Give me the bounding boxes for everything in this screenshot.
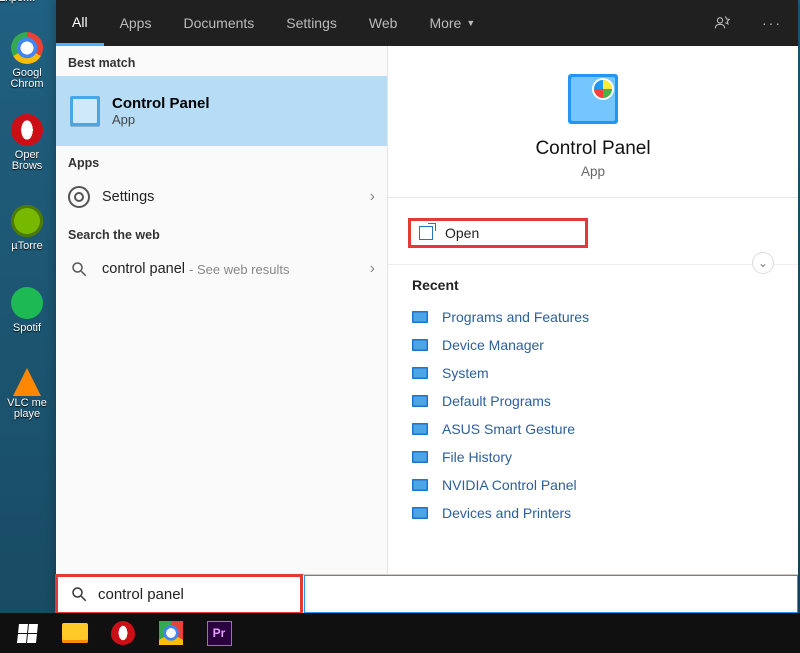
recent-section: Recent Programs and Features Device Mana… — [388, 265, 798, 539]
utorrent-icon — [11, 205, 43, 237]
chevron-right-icon: › — [370, 260, 375, 278]
ellipsis-icon: ··· — [762, 15, 782, 31]
tab-settings[interactable]: Settings — [270, 0, 353, 46]
taskbar-premiere[interactable]: Pr — [196, 613, 242, 653]
opera-icon — [111, 621, 135, 645]
taskbar: Pr — [0, 613, 800, 653]
search-input[interactable] — [98, 586, 798, 603]
tab-apps[interactable]: Apps — [104, 0, 168, 46]
tab-web[interactable]: Web — [353, 0, 414, 46]
applet-icon — [412, 339, 428, 351]
preview-header: Control Panel App — [388, 46, 798, 198]
premiere-icon: Pr — [207, 621, 232, 646]
taskbar-file-explorer[interactable] — [52, 613, 98, 653]
preview-subtitle: App — [388, 164, 798, 179]
recent-item[interactable]: Programs and Features — [412, 303, 774, 331]
gear-icon — [68, 186, 90, 208]
desktop-icons: Googl Chrom Oper Brows µTorre Spotif VLC… — [4, 0, 50, 420]
control-panel-icon — [568, 74, 618, 124]
result-app-settings[interactable]: Settings › — [56, 176, 387, 218]
preview-title: Control Panel — [388, 138, 798, 160]
section-best-match: Best match — [56, 46, 387, 76]
recent-item[interactable]: NVIDIA Control Panel — [412, 471, 774, 499]
result-web-search[interactable]: control panel - See web results › — [56, 248, 387, 290]
taskbar-opera[interactable] — [100, 613, 146, 653]
desktop-icon-chrome[interactable]: Googl Chrom — [4, 28, 50, 90]
start-search-panel: All Apps Documents Settings Web More▼ ··… — [56, 0, 798, 613]
search-bar[interactable] — [56, 574, 798, 613]
desktop-icon-vlc[interactable]: VLC me playe — [4, 358, 50, 420]
recent-item[interactable]: System — [412, 359, 774, 387]
control-panel-icon — [70, 96, 100, 126]
applet-icon — [412, 451, 428, 463]
spotify-icon — [11, 287, 43, 319]
tab-documents[interactable]: Documents — [167, 0, 270, 46]
folder-icon — [62, 623, 88, 643]
preview-column: Control Panel App Open ⌄ Recent Programs… — [387, 46, 798, 574]
recent-item[interactable]: File History — [412, 443, 774, 471]
applet-icon — [412, 479, 428, 491]
chevron-down-icon: ▼ — [466, 18, 475, 28]
applet-icon — [412, 507, 428, 519]
open-external-icon — [419, 226, 433, 240]
start-button[interactable] — [4, 613, 50, 653]
search-tabs: All Apps Documents Settings Web More▼ ··… — [56, 0, 798, 46]
search-body: Best match Control Panel App Apps Settin… — [56, 46, 798, 574]
tab-all[interactable]: All — [56, 0, 104, 46]
search-icon — [70, 585, 88, 603]
recent-label: Recent — [412, 277, 774, 293]
options-button[interactable]: ··· — [746, 0, 798, 46]
applet-icon — [412, 367, 428, 379]
preview-actions: Open ⌄ — [388, 198, 798, 265]
tab-more[interactable]: More▼ — [413, 0, 491, 46]
open-button[interactable]: Open — [408, 218, 588, 248]
applet-icon — [412, 395, 428, 407]
desktop-icon-spotify[interactable]: Spotif — [4, 272, 50, 334]
section-web: Search the web — [56, 218, 387, 248]
desktop-icon-utorrent[interactable]: µTorre — [4, 190, 50, 252]
vlc-icon — [13, 368, 41, 396]
feedback-icon — [714, 15, 730, 31]
windows-logo-icon — [17, 624, 38, 643]
taskbar-chrome[interactable] — [148, 613, 194, 653]
desktop-icon-opera[interactable]: Oper Brows — [4, 110, 50, 172]
recent-item[interactable]: Default Programs — [412, 387, 774, 415]
section-apps: Apps — [56, 146, 387, 176]
chevron-down-icon: ⌄ — [758, 256, 768, 270]
expand-actions-button[interactable]: ⌄ — [752, 252, 774, 274]
result-best-match[interactable]: Control Panel App — [56, 76, 387, 146]
applet-icon — [412, 311, 428, 323]
search-icon — [70, 260, 88, 278]
recent-item[interactable]: ASUS Smart Gesture — [412, 415, 774, 443]
chevron-right-icon: › — [370, 188, 375, 206]
feedback-button[interactable] — [698, 0, 746, 46]
applet-icon — [412, 423, 428, 435]
results-column: Best match Control Panel App Apps Settin… — [56, 46, 387, 574]
chrome-icon — [159, 621, 183, 645]
opera-icon — [11, 114, 43, 146]
best-match-subtitle: App — [112, 112, 210, 127]
recent-item[interactable]: Device Manager — [412, 331, 774, 359]
best-match-title: Control Panel — [112, 95, 210, 112]
chrome-icon — [11, 32, 43, 64]
recent-item[interactable]: Devices and Printers — [412, 499, 774, 527]
